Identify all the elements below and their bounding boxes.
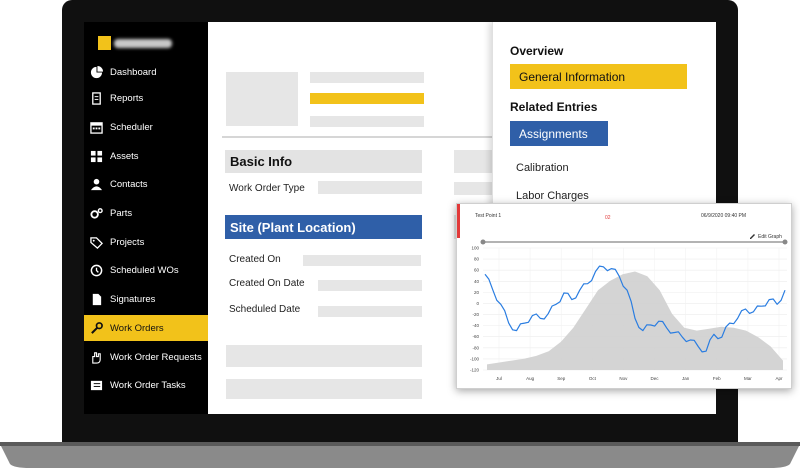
y-tick-label: 20 xyxy=(474,290,480,295)
clock-icon xyxy=(89,263,103,277)
app-logo xyxy=(98,34,174,52)
logo-mark xyxy=(98,36,111,50)
x-tick-label: Jan xyxy=(682,376,690,381)
bottom-placeholder-2 xyxy=(226,379,422,399)
overview-heading: Overview xyxy=(510,44,564,58)
y-tick-label: -120 xyxy=(470,368,480,373)
wrench-icon xyxy=(89,321,103,335)
sidebar-item-label: Contacts xyxy=(110,178,148,190)
x-tick-label: Oct xyxy=(589,376,597,381)
sidebar: Dashboard Reports Scheduler Assets Conta… xyxy=(84,22,208,414)
sidebar-item-reports[interactable]: Reports xyxy=(84,85,208,111)
assignments-button[interactable]: Assignments xyxy=(510,121,608,146)
scheduled-date-field[interactable] xyxy=(318,306,422,317)
created-on-label: Created On xyxy=(229,254,281,265)
x-tick-label: Sep xyxy=(557,376,566,381)
sidebar-item-assets[interactable]: Assets xyxy=(84,143,208,169)
calendar-icon xyxy=(89,120,103,134)
title-placeholder xyxy=(310,72,424,83)
overview-panel: Overview General Information Related Ent… xyxy=(492,22,716,222)
x-tick-label: Apr xyxy=(775,376,783,381)
laptop-base xyxy=(0,442,800,468)
created-on-date-label: Created On Date xyxy=(229,278,305,289)
hand-icon xyxy=(89,350,103,364)
document-icon xyxy=(89,91,103,105)
created-on-date-field[interactable] xyxy=(318,280,422,291)
y-tick-label: -80 xyxy=(472,345,479,350)
sidebar-item-label: Signatures xyxy=(110,293,156,305)
calibration-link[interactable]: Calibration xyxy=(516,162,569,174)
x-tick-label: Nov xyxy=(619,376,628,381)
logo-wordmark xyxy=(114,39,172,48)
sidebar-item-label: Dashboard xyxy=(110,66,157,78)
chart-card: Test Point 1 02 06/9/2020 09:40 PM Edit … xyxy=(456,203,792,389)
sidebar-item-signatures[interactable]: Signatures xyxy=(84,286,208,312)
sidebar-item-parts[interactable]: Parts xyxy=(84,200,208,226)
x-tick-label: Jul xyxy=(496,376,502,381)
subtitle-placeholder xyxy=(310,116,424,127)
y-tick-label: -100 xyxy=(470,356,480,361)
site-section-heading: Site (Plant Location) xyxy=(225,215,422,239)
sidebar-item-label: Scheduler xyxy=(110,121,153,133)
general-information-button[interactable]: General Information xyxy=(510,64,687,89)
grid-icon xyxy=(89,149,103,163)
sidebar-item-scheduled-wos[interactable]: Scheduled WOs xyxy=(84,257,208,283)
page-icon xyxy=(89,292,103,306)
area-series xyxy=(487,271,783,370)
sidebar-item-label: Scheduled WOs xyxy=(110,264,179,276)
x-tick-label: Dec xyxy=(651,376,660,381)
created-on-field[interactable] xyxy=(303,255,421,266)
work-order-type-field[interactable] xyxy=(318,181,422,194)
sidebar-item-label: Projects xyxy=(110,236,145,248)
person-icon xyxy=(89,177,103,191)
gears-icon xyxy=(89,206,103,220)
sidebar-item-label: Reports xyxy=(110,92,144,104)
sidebar-item-contacts[interactable]: Contacts xyxy=(84,171,208,197)
range-slider-handle-left xyxy=(480,239,486,245)
basic-info-heading: Basic Info xyxy=(225,150,422,173)
sidebar-item-work-order-tasks[interactable]: Work Order Tasks xyxy=(84,372,208,398)
sidebar-item-scheduler[interactable]: Scheduler xyxy=(84,114,208,140)
x-tick-label: Mar xyxy=(744,376,752,381)
related-entries-heading: Related Entries xyxy=(510,100,598,114)
sidebar-item-label: Work Order Tasks xyxy=(110,379,186,391)
y-tick-label: 60 xyxy=(474,268,480,273)
sidebar-item-work-order-requests[interactable]: Work Order Requests xyxy=(84,344,208,370)
y-tick-label: 0 xyxy=(476,301,479,306)
y-tick-label: -60 xyxy=(472,334,479,339)
sidebar-item-label: Work Orders xyxy=(110,322,164,334)
image-placeholder xyxy=(226,72,298,126)
range-slider-handle-right xyxy=(782,239,788,245)
sidebar-item-label: Work Order Requests xyxy=(110,351,202,363)
sidebar-item-label: Parts xyxy=(110,207,133,219)
sidebar-item-dashboard[interactable]: Dashboard xyxy=(84,59,208,85)
tasks-icon xyxy=(89,378,103,392)
bottom-placeholder-1 xyxy=(226,345,422,367)
y-tick-label: 80 xyxy=(474,257,480,262)
sidebar-item-label: Assets xyxy=(110,150,139,162)
pie-chart-icon xyxy=(89,65,103,79)
y-tick-label: -40 xyxy=(472,323,479,328)
status-highlight-bar xyxy=(310,93,424,104)
work-order-type-label: Work Order Type xyxy=(229,183,305,194)
chart-plot: 100 80 60 40 20 0 -20 -40 -60 -80 -100 -120 Jul Aug Se… xyxy=(470,239,788,381)
y-tick-label: -20 xyxy=(472,312,479,317)
x-tick-label: Feb xyxy=(713,376,721,381)
sidebar-item-projects[interactable]: Projects xyxy=(84,229,208,255)
x-tick-label: Aug xyxy=(526,376,535,381)
y-tick-label: 100 xyxy=(471,246,479,251)
scheduled-date-label: Scheduled Date xyxy=(229,304,301,315)
labor-charges-link[interactable]: Labor Charges xyxy=(516,190,589,202)
tag-icon xyxy=(89,235,103,249)
sidebar-item-work-orders[interactable]: Work Orders xyxy=(84,315,208,341)
y-tick-label: 40 xyxy=(474,279,480,284)
